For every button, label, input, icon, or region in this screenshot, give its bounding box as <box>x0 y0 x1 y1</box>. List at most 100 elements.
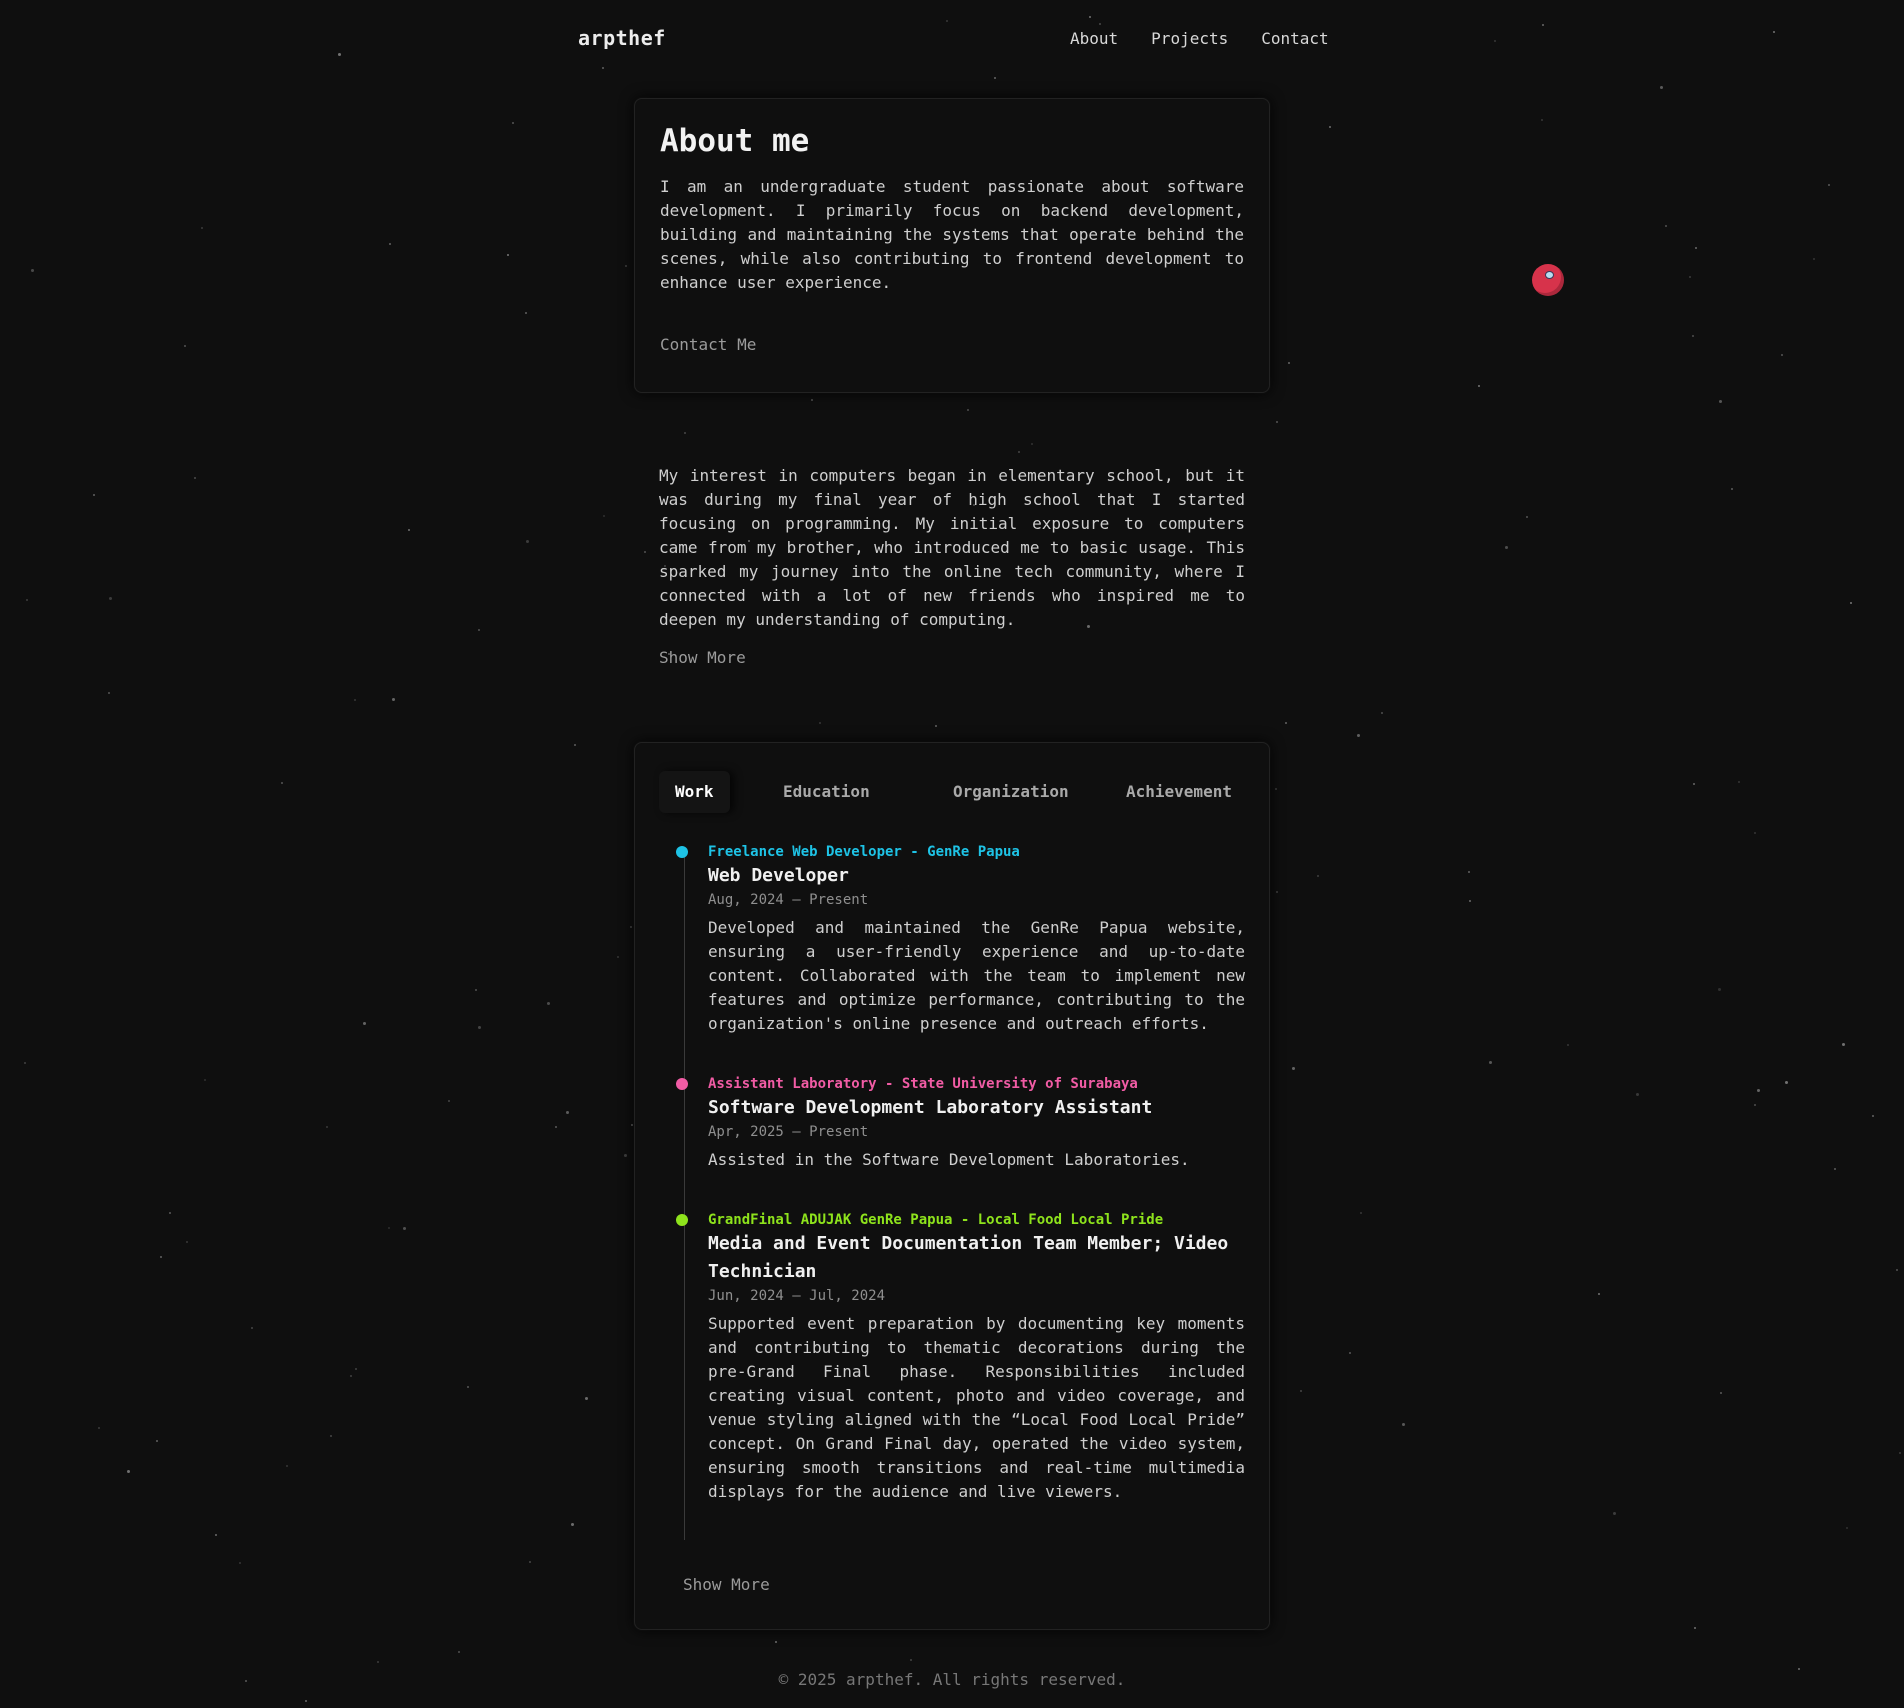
star-dot <box>98 1427 100 1429</box>
star-dot <box>1731 488 1733 490</box>
star-dot <box>1846 1527 1848 1529</box>
star-dot <box>1899 1452 1901 1454</box>
star-dot <box>1542 24 1544 26</box>
star-dot <box>31 269 34 272</box>
tab-work[interactable]: Work <box>659 771 730 813</box>
star-dot <box>1695 247 1697 249</box>
star-dot <box>239 1562 241 1564</box>
star-dot <box>910 1659 912 1661</box>
star-dot <box>1031 443 1033 445</box>
star-dot <box>1598 1293 1600 1295</box>
star-dot <box>1660 86 1663 89</box>
star-dot <box>529 1561 531 1563</box>
star-dot <box>1842 1043 1845 1046</box>
star-dot <box>1718 988 1721 991</box>
entry-date: Aug, 2024 – Present <box>708 892 869 908</box>
entry-role: Media and Event Documentation Team Membe… <box>708 1233 1229 1282</box>
star-dot <box>1872 1115 1874 1117</box>
star-dot <box>1099 23 1101 25</box>
about-intro-text: I am an undergraduate student passionate… <box>660 177 1244 292</box>
star-dot <box>108 692 110 694</box>
star-dot <box>1276 421 1278 423</box>
star-dot <box>1018 451 1020 453</box>
star-dot <box>403 1227 406 1230</box>
star-dot <box>1757 1089 1760 1092</box>
tab-achievement[interactable]: Achievement <box>1126 771 1232 813</box>
star-dot <box>1288 362 1290 364</box>
timeline-dot-icon <box>676 1214 688 1226</box>
story-section: My interest in computers began in elemen… <box>659 464 1245 667</box>
star-dot <box>1505 546 1508 549</box>
star-dot <box>408 529 410 531</box>
star-dot <box>1300 1390 1302 1392</box>
nav-contact-link[interactable]: Contact <box>1261 29 1328 48</box>
story-show-more-button[interactable]: Show More <box>659 648 746 667</box>
star-dot <box>286 1465 288 1467</box>
entry-organization: Assistant Laboratory - State University … <box>708 1076 1138 1092</box>
star-dot <box>201 227 203 229</box>
star-dot <box>363 1022 366 1025</box>
tab-education[interactable]: Education <box>783 771 870 813</box>
timeline-entry: Assistant Laboratory - State University … <box>676 1075 1245 1172</box>
star-dot <box>526 540 529 543</box>
star-dot <box>169 1212 171 1214</box>
star-dot <box>994 77 996 79</box>
star-dot <box>1813 258 1815 260</box>
star-dot <box>215 1534 217 1536</box>
star-dot <box>1381 712 1383 714</box>
star-dot <box>1719 400 1722 403</box>
star-dot <box>448 1100 450 1102</box>
star-dot <box>625 265 627 267</box>
timeline-entry: Freelance Web Developer - GenRe Papua We… <box>676 843 1245 1036</box>
site-brand[interactable]: arpthef <box>578 26 666 50</box>
star-dot <box>602 67 604 69</box>
timeline-dot-icon <box>676 846 688 858</box>
star-dot <box>525 312 527 314</box>
entry-organization: GrandFinal ADUJAK GenRe Papua - Local Fo… <box>708 1212 1164 1228</box>
contact-me-button[interactable]: Contact Me <box>660 335 756 354</box>
star-dot <box>1692 335 1694 337</box>
entry-date: Jun, 2024 – Jul, 2024 <box>708 1288 886 1304</box>
star-dot <box>775 1641 777 1643</box>
star-dot <box>1773 31 1775 33</box>
star-dot <box>1526 516 1528 518</box>
star-dot <box>574 744 576 746</box>
star-dot <box>1689 276 1691 278</box>
experience-show-more-button[interactable]: Show More <box>683 1575 770 1594</box>
star-dot <box>547 1002 550 1005</box>
experience-tabs: Work Education Organization Achievement <box>659 771 1247 813</box>
star-dot <box>585 1397 588 1400</box>
star-dot <box>377 1661 379 1663</box>
star-dot <box>338 53 341 56</box>
star-dot <box>1896 1269 1898 1271</box>
star-dot <box>1693 783 1695 785</box>
star-dot <box>194 477 196 479</box>
star-dot <box>475 989 477 991</box>
star-dot <box>1834 1168 1836 1170</box>
orb-eye-icon <box>1545 271 1554 279</box>
tab-organization[interactable]: Organization <box>953 771 1069 813</box>
nav-projects-link[interactable]: Projects <box>1151 29 1228 48</box>
star-dot <box>1329 126 1331 128</box>
star-dot <box>1317 875 1319 877</box>
entry-date: Apr, 2025 – Present <box>708 1124 869 1140</box>
star-dot <box>1754 1104 1756 1106</box>
star-dot <box>93 494 95 496</box>
star-dot <box>566 1111 569 1114</box>
orb-mascot-icon <box>1532 264 1564 296</box>
star-dot <box>571 1523 574 1526</box>
timeline-entry: GrandFinal ADUJAK GenRe Papua - Local Fo… <box>676 1211 1245 1504</box>
star-dot <box>389 243 391 245</box>
star-dot <box>326 1126 328 1128</box>
star-dot <box>1402 1423 1405 1426</box>
star-dot <box>467 1386 469 1388</box>
star-dot <box>1349 1352 1351 1354</box>
star-dot <box>305 1700 307 1702</box>
about-card: About me I am an undergraduate student p… <box>634 98 1270 393</box>
nav-about-link[interactable]: About <box>1070 29 1118 48</box>
star-dot <box>392 698 395 701</box>
star-dot <box>184 345 186 347</box>
star-dot <box>354 699 356 701</box>
star-dot <box>204 1079 206 1081</box>
star-dot <box>355 1368 357 1370</box>
